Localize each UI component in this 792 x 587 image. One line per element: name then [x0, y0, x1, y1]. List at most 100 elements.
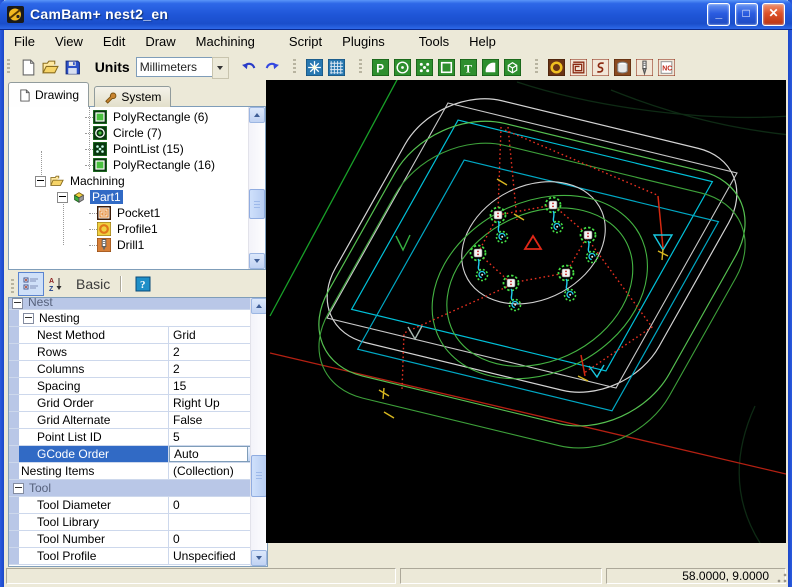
- property-category-nesting[interactable]: Nesting: [9, 310, 267, 327]
- tree-item-machining[interactable]: Machining: [9, 173, 265, 189]
- tab-system[interactable]: System: [94, 86, 171, 107]
- resize-grip[interactable]: [775, 572, 788, 585]
- categorized-button[interactable]: [18, 272, 44, 296]
- scroll-thumb[interactable]: [249, 189, 265, 219]
- units-combobox[interactable]: Millimeters: [136, 57, 229, 77]
- scroll-down-button[interactable]: [249, 253, 265, 269]
- tree-item-pocket1[interactable]: Pocket1: [9, 205, 265, 221]
- menu-item-script[interactable]: Script: [279, 29, 332, 54]
- scroll-thumb[interactable]: [251, 455, 267, 497]
- svg-text:A: A: [49, 278, 54, 285]
- draw-arc-icon[interactable]: [480, 57, 500, 77]
- property-row-tool-library[interactable]: Tool Library: [9, 514, 267, 531]
- property-row-columns[interactable]: Columns2: [9, 361, 267, 378]
- property-label: Grid Alternate: [19, 412, 169, 428]
- property-row-grid-order[interactable]: Grid OrderRight Up: [9, 395, 267, 412]
- property-row-tool-profile[interactable]: Tool ProfileUnspecified: [9, 548, 267, 565]
- menu-item-help[interactable]: Help: [459, 29, 506, 54]
- pocket-op-icon[interactable]: [568, 57, 588, 77]
- sort-az-button[interactable]: AZ: [44, 273, 68, 295]
- close-button[interactable]: ✕: [762, 3, 785, 26]
- property-row-rows[interactable]: Rows2: [9, 344, 267, 361]
- circle-icon: [93, 126, 107, 140]
- menu-item-tools[interactable]: Tools: [409, 29, 459, 54]
- property-category-tool[interactable]: Tool: [9, 480, 267, 497]
- svg-text:T: T: [464, 62, 472, 75]
- draw-text-icon[interactable]: T: [458, 57, 478, 77]
- drill-op-icon[interactable]: [612, 57, 632, 77]
- indent-strip: [9, 344, 19, 360]
- title-bar[interactable]: CamBam+ nest2_en _ □ ✕: [0, 0, 792, 30]
- units-dropdown-button[interactable]: [212, 57, 229, 79]
- property-row-tool-number[interactable]: Tool Number0: [9, 531, 267, 548]
- indent-strip: [9, 310, 19, 326]
- save-file-icon[interactable]: [62, 57, 82, 77]
- tree-item-part1[interactable]: Part1: [9, 189, 265, 205]
- tree-scrollbar[interactable]: [248, 107, 265, 269]
- tree-item-pointlist-15[interactable]: PointList (15): [9, 141, 265, 157]
- snap-icon[interactable]: [305, 57, 325, 77]
- app-logo-icon: [7, 6, 24, 23]
- indent-strip: [9, 514, 19, 530]
- panel-tabs: Drawing System: [8, 82, 171, 106]
- indent-strip: [9, 429, 19, 445]
- combobox-value: Auto: [174, 447, 199, 461]
- gcode-op-icon[interactable]: NC: [656, 57, 676, 77]
- category-expander[interactable]: [23, 313, 34, 324]
- menu-item-draw[interactable]: Draw: [135, 29, 185, 54]
- engrave-op-icon[interactable]: [590, 57, 610, 77]
- minimize-button[interactable]: _: [707, 3, 730, 26]
- tree-item-drill1[interactable]: Drill1: [9, 237, 265, 253]
- grid-icon[interactable]: [327, 57, 347, 77]
- scroll-down-button[interactable]: [251, 550, 267, 566]
- tree-item-circle-7[interactable]: Circle (7): [9, 125, 265, 141]
- property-row-grid-alternate[interactable]: Grid AlternateFalse: [9, 412, 267, 429]
- tab-drawing[interactable]: Drawing: [8, 82, 89, 107]
- property-row-nesting-items[interactable]: Nesting Items(Collection): [9, 463, 267, 480]
- tree-item-polyrectangle-16[interactable]: PolyRectangle (16): [9, 157, 265, 173]
- profile-op-icon[interactable]: [546, 57, 566, 77]
- category-expander[interactable]: [13, 483, 24, 494]
- indent-strip: [9, 497, 19, 513]
- collapse-expander[interactable]: [57, 192, 68, 203]
- property-grid[interactable]: NestNestingNest MethodGridRows2Columns2S…: [8, 297, 268, 567]
- new-file-icon[interactable]: [18, 57, 38, 77]
- maximize-button[interactable]: □: [735, 3, 758, 26]
- scroll-up-button[interactable]: [249, 107, 265, 123]
- redo-icon[interactable]: [261, 57, 281, 77]
- category-label: Tool: [29, 481, 51, 495]
- property-row-nest-method[interactable]: Nest MethodGrid: [9, 327, 267, 344]
- menu-item-edit[interactable]: Edit: [93, 29, 135, 54]
- properties-scrollbar[interactable]: [250, 298, 267, 566]
- svg-text:Z: Z: [49, 286, 54, 292]
- property-row-gcode-order[interactable]: GCode OrderAuto: [9, 446, 267, 463]
- menu-item-plugins[interactable]: Plugins: [332, 29, 395, 54]
- draw-surface-icon[interactable]: [502, 57, 522, 77]
- menu-item-view[interactable]: View: [45, 29, 93, 54]
- drawing-tree[interactable]: PolyRectangle (6)Circle (7)PointList (15…: [8, 106, 266, 270]
- menu-item-machining[interactable]: Machining: [186, 29, 265, 54]
- pocket-icon: [97, 206, 111, 220]
- category-expander[interactable]: [12, 298, 23, 309]
- property-category-nest[interactable]: Nest: [9, 298, 267, 310]
- tree-item-polyrectangle-6[interactable]: PolyRectangle (6): [9, 109, 265, 125]
- property-row-point-list-id[interactable]: Point List ID5: [9, 429, 267, 446]
- menu-item-file[interactable]: File: [4, 29, 45, 54]
- property-row-tool-diameter[interactable]: Tool Diameter0: [9, 497, 267, 514]
- drillbit-op-icon[interactable]: [634, 57, 654, 77]
- draw-rectangle-icon[interactable]: [436, 57, 456, 77]
- draw-polyline-icon[interactable]: P: [370, 57, 390, 77]
- toolbar-handle: [11, 279, 14, 295]
- cad-viewport[interactable]: [266, 80, 786, 543]
- tree-connector: [89, 229, 97, 230]
- draw-circle-icon[interactable]: [392, 57, 412, 77]
- property-row-spacing[interactable]: Spacing15: [9, 378, 267, 395]
- tree-item-profile1[interactable]: Profile1: [9, 221, 265, 237]
- scroll-up-button[interactable]: [251, 298, 267, 314]
- help-button[interactable]: ?: [131, 273, 155, 295]
- collapse-expander[interactable]: [35, 176, 46, 187]
- open-file-icon[interactable]: [40, 57, 60, 77]
- draw-pointlist-icon[interactable]: [414, 57, 434, 77]
- undo-icon[interactable]: [239, 57, 259, 77]
- view-mode-label[interactable]: Basic: [76, 276, 110, 292]
